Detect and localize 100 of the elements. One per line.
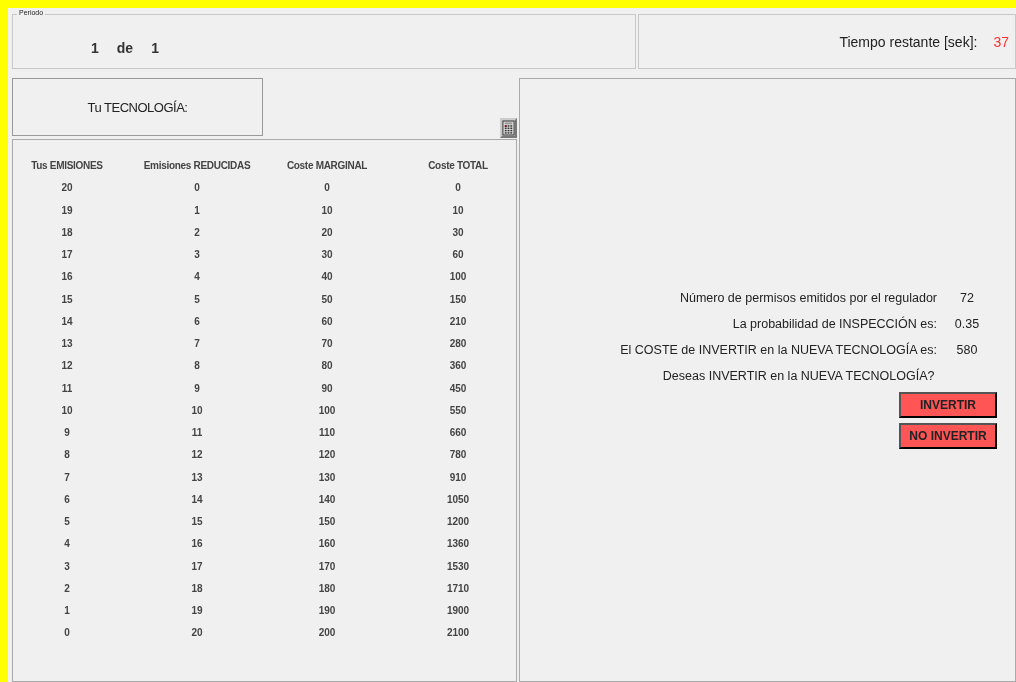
table-cell-text: 1530 xyxy=(445,560,471,574)
table-cell-text: 70 xyxy=(320,338,334,351)
table-cell-text: 0 xyxy=(454,182,462,196)
table-cell-text: 20 xyxy=(320,226,334,240)
period-current: 1 xyxy=(91,40,99,56)
table-cell-text: 660 xyxy=(448,427,468,440)
table-cell-text: 4 xyxy=(63,538,71,552)
table-cell-text: 110 xyxy=(317,427,337,440)
table-cell-text: 2100 xyxy=(445,627,471,641)
table-cell-text: 100 xyxy=(448,271,468,285)
table-cell-text: 19 xyxy=(60,204,74,218)
info-label: La probabilidad de INSPECCIÓN es: xyxy=(732,317,937,331)
table-cell-text: 40 xyxy=(320,271,334,285)
table-cell-text: 780 xyxy=(448,449,468,463)
column-header: Emisiones REDUCIDAS xyxy=(142,160,252,173)
table-cell-text: 14 xyxy=(60,315,74,329)
decision-button[interactable]: INVERTIR xyxy=(899,392,997,418)
column-header: Tus EMISIONES xyxy=(30,160,104,173)
table-cell-text: 14 xyxy=(190,493,204,507)
table-cell-text: 1050 xyxy=(445,493,471,507)
info-value: 580 xyxy=(955,343,979,357)
table-cell-text: 4 xyxy=(193,271,201,285)
table-cell-text: 7 xyxy=(63,471,71,485)
table-cell-text: 15 xyxy=(60,293,74,307)
table-cell-text: 360 xyxy=(448,360,468,374)
table-cell-text: 0 xyxy=(323,182,331,196)
table-cell-text: 10 xyxy=(451,204,465,218)
table-cell-text: 5 xyxy=(63,516,71,529)
table-cell-text: 210 xyxy=(448,315,468,329)
timer-value: 37 xyxy=(993,33,1009,50)
table-cell-text: 1360 xyxy=(445,538,471,552)
table-cell-text: 1900 xyxy=(445,605,471,618)
table-cell-text: 120 xyxy=(317,449,337,463)
info-label: Número de permisos emitidos por el regulador xyxy=(679,291,937,305)
table-cell-text: 0 xyxy=(193,182,201,196)
table-cell-text: 60 xyxy=(451,249,465,262)
question-text: Deseas INVERTIR en la NUEVA TECNOLOGÍA? xyxy=(661,369,936,383)
table-cell-text: 140 xyxy=(317,493,337,507)
table-cell-text: 160 xyxy=(317,538,337,552)
table-cell-text: 1710 xyxy=(445,582,471,596)
table-cell-text: 100 xyxy=(317,404,337,418)
table-cell-text: 18 xyxy=(60,226,74,240)
calculator-icon xyxy=(502,120,515,136)
table-cell-text: 190 xyxy=(317,605,337,618)
table-cell-text: 16 xyxy=(190,538,204,552)
table-cell-text: 20 xyxy=(60,182,74,196)
table-cell-text: 3 xyxy=(193,249,201,262)
table-cell-text: 6 xyxy=(63,493,71,507)
decision-button[interactable]: NO INVERTIR xyxy=(899,423,997,449)
calculator-button[interactable] xyxy=(500,118,517,138)
table-cell-text: 12 xyxy=(190,449,204,463)
table-cell-text: 18 xyxy=(190,582,204,596)
info-value: 72 xyxy=(959,291,975,305)
timer-label: Tiempo restante [sek]: xyxy=(839,33,978,50)
table-cell-text: 7 xyxy=(193,338,201,351)
table-cell-text: 550 xyxy=(448,404,468,418)
period-total: 1 xyxy=(151,40,159,56)
table-cell-text: 16 xyxy=(60,271,74,285)
table-cell-text: 17 xyxy=(190,560,204,574)
table-cell-text: 13 xyxy=(190,471,204,485)
table-cell-text: 150 xyxy=(448,293,468,307)
table-cell-text: 60 xyxy=(320,315,334,329)
table-cell-text: 1 xyxy=(193,204,201,218)
table-cell-text: 19 xyxy=(190,605,204,618)
table-cell-text: 3 xyxy=(63,560,71,574)
table-cell-text: 80 xyxy=(320,360,334,374)
table-cell-text: 150 xyxy=(317,516,337,529)
table-cell-text: 0 xyxy=(63,627,71,641)
table-cell-text: 20 xyxy=(190,627,204,641)
table-cell-text: 450 xyxy=(448,382,468,396)
table-cell-text: 13 xyxy=(60,338,74,351)
table-cell-text: 280 xyxy=(448,338,468,351)
table-cell-text: 9 xyxy=(63,427,71,440)
column-header: Coste MARGINAL xyxy=(285,160,369,173)
table-cell-text: 15 xyxy=(190,516,204,529)
table-cell-text: 90 xyxy=(320,382,334,396)
table-cell-text: 9 xyxy=(193,382,201,396)
table-cell-text: 8 xyxy=(193,360,201,374)
table-cell-text: 2 xyxy=(193,226,201,240)
info-value: 0.35 xyxy=(953,317,981,331)
table-cell-text: 12 xyxy=(60,360,74,374)
table-cell-text: 30 xyxy=(320,249,334,262)
table-cell-text: 10 xyxy=(190,404,204,418)
table-cell-text: 11 xyxy=(60,382,74,396)
table-cell-text: 180 xyxy=(317,582,337,596)
table-cell-text: 200 xyxy=(317,627,337,641)
table-cell-text: 30 xyxy=(451,226,465,240)
table-cell-text: 50 xyxy=(320,293,334,307)
technology-label: Tu TECNOLOGÍA: xyxy=(87,99,188,115)
table-cell-text: 6 xyxy=(193,315,201,329)
table-cell-text: 1 xyxy=(63,605,71,618)
table-cell-text: 130 xyxy=(317,471,337,485)
table-cell-text: 17 xyxy=(60,249,74,262)
period-separator: de xyxy=(116,40,134,56)
table-cell-text: 10 xyxy=(60,404,74,418)
info-label: El COSTE de INVERTIR en la NUEVA TECNOLOGÍA es: xyxy=(620,343,937,357)
table-cell-text: 2 xyxy=(63,582,71,596)
table-cell-text: 8 xyxy=(63,449,71,463)
table-cell-text: 170 xyxy=(317,560,337,574)
table-cell-text: 11 xyxy=(190,427,204,440)
